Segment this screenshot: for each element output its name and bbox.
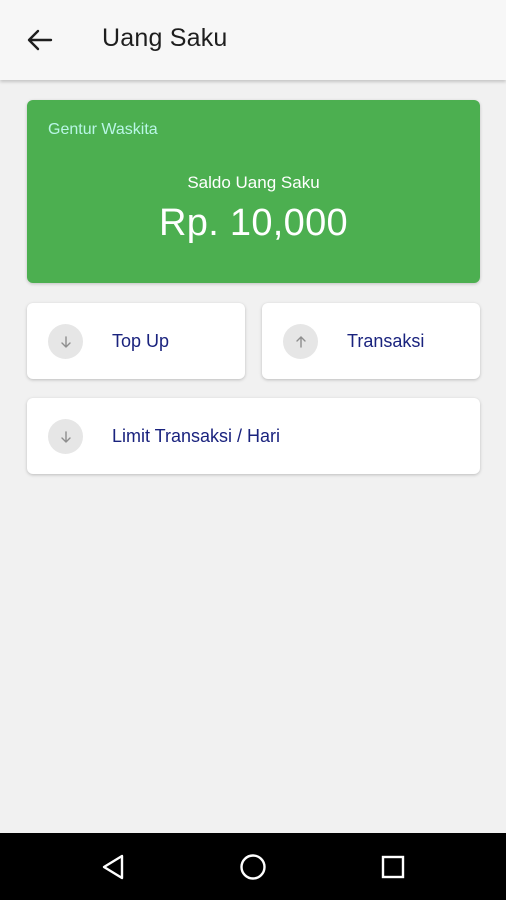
screen: Uang Saku Gentur Waskita Saldo Uang Saku… <box>0 0 506 900</box>
arrow-up-icon <box>295 335 306 348</box>
nav-back-button[interactable] <box>93 847 133 887</box>
limit-transaksi-label: Limit Transaksi / Hari <box>112 426 281 446</box>
top-up-icon-circle <box>48 324 83 359</box>
limit-transaksi-button[interactable]: Limit Transaksi / Hari <box>27 398 480 474</box>
transaksi-label: Transaksi <box>347 331 425 351</box>
app-bar: Uang Saku <box>0 0 506 80</box>
balance-card: Gentur Waskita Saldo Uang Saku Rp. 10,00… <box>27 100 480 283</box>
balance-label: Saldo Uang Saku <box>187 173 320 192</box>
circle-home-icon <box>240 854 266 880</box>
triangle-back-icon <box>102 854 124 880</box>
limit-icon-circle <box>48 419 83 454</box>
arrow-left-icon <box>27 29 53 51</box>
top-up-button[interactable]: Top Up <box>27 303 245 379</box>
transaksi-icon-circle <box>283 324 318 359</box>
balance-amount: Rp. 10,000 <box>159 202 348 244</box>
system-navigation-bar <box>0 833 506 900</box>
arrow-down-icon <box>60 430 71 443</box>
top-up-label: Top Up <box>112 331 170 351</box>
square-recents-icon <box>381 855 405 879</box>
arrow-down-icon <box>60 335 71 348</box>
owner-name: Gentur Waskita <box>48 121 158 138</box>
page-title: Uang Saku <box>102 24 228 52</box>
back-button[interactable] <box>18 20 62 60</box>
nav-recents-button[interactable] <box>373 847 413 887</box>
nav-home-button[interactable] <box>233 847 273 887</box>
transaksi-button[interactable]: Transaksi <box>262 303 480 379</box>
